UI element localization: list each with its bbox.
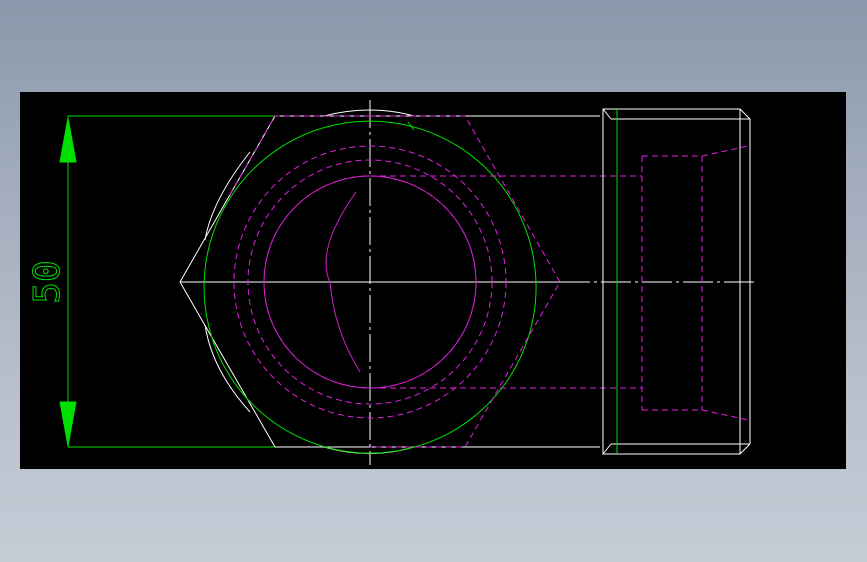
cad-drawing[interactable]: 50	[0, 0, 867, 562]
dimension-value: 50	[27, 260, 68, 303]
dimension-arrow-bottom	[59, 401, 77, 447]
dimension-arrow-top	[59, 117, 77, 163]
thread-circle	[203, 120, 537, 454]
